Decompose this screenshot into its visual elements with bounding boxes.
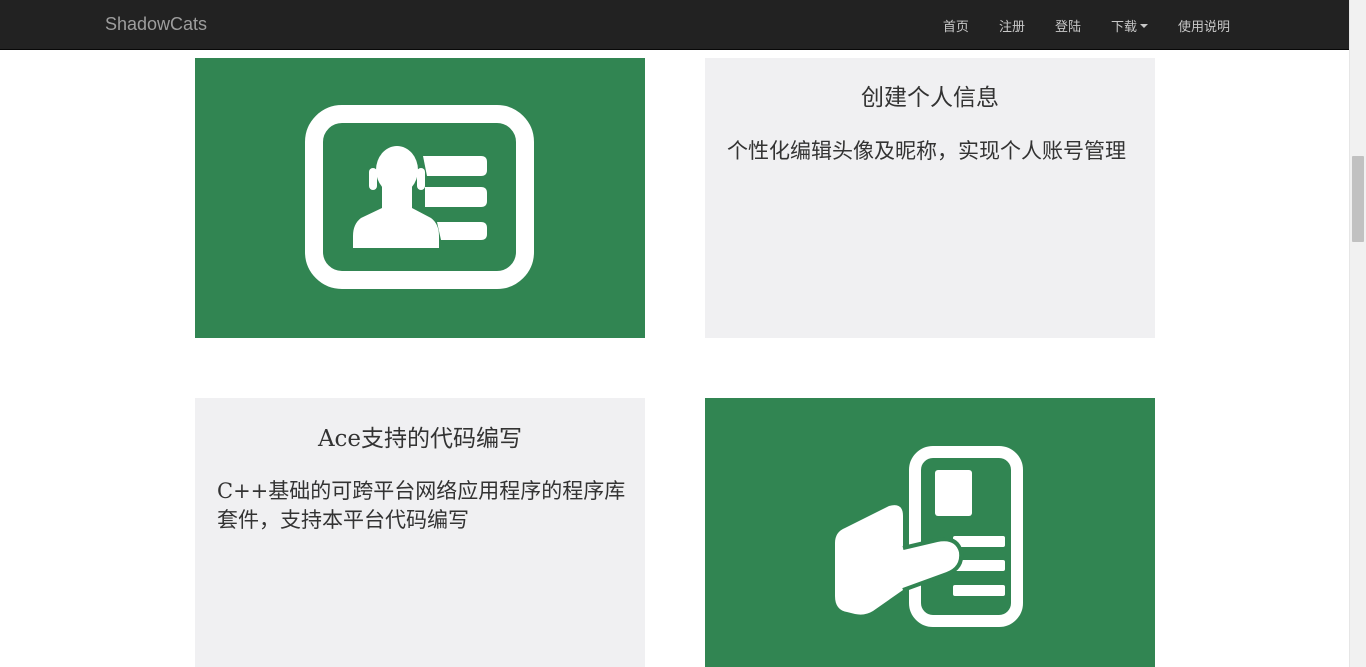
nav-item-download[interactable]: 下载 bbox=[1111, 16, 1148, 35]
feature-card-profile: 创建个人信息 个性化编辑头像及昵称，实现个人账号管理 bbox=[705, 58, 1155, 338]
feature-title: 创建个人信息 bbox=[861, 85, 999, 111]
brand-logo[interactable]: ShadowCats bbox=[105, 14, 207, 35]
feature-card-ace: Ace支持的代码编写 C++基础的可跨平台网络应用程序的程序库套件，支持本平台代… bbox=[195, 398, 645, 667]
feature-description: 个性化编辑头像及昵称，实现个人账号管理 bbox=[727, 139, 1126, 163]
nav-item-login[interactable]: 登陆 bbox=[1055, 16, 1081, 35]
scrollbar-thumb[interactable] bbox=[1352, 156, 1364, 242]
top-navbar: ShadowCats 首页 注册 登陆 下载 使用说明 bbox=[0, 0, 1349, 50]
caret-down-icon bbox=[1139, 24, 1148, 28]
hand-holding-card-icon bbox=[835, 446, 1023, 627]
vertical-scrollbar[interactable] bbox=[1349, 0, 1366, 667]
feature-image-ace bbox=[705, 398, 1155, 667]
feature-image-profile bbox=[195, 58, 645, 338]
nav-menu: 首页 注册 登陆 下载 使用说明 bbox=[913, 0, 1230, 50]
nav-item-help[interactable]: 使用说明 bbox=[1178, 16, 1230, 35]
feature-title: Ace支持的代码编写 bbox=[317, 426, 523, 452]
nav-item-register[interactable]: 注册 bbox=[999, 16, 1025, 35]
feature-description: C++基础的可跨平台网络应用程序的程序库套件，支持本平台代码编写 bbox=[217, 479, 626, 532]
id-card-icon bbox=[305, 105, 534, 289]
nav-item-home[interactable]: 首页 bbox=[943, 16, 969, 35]
